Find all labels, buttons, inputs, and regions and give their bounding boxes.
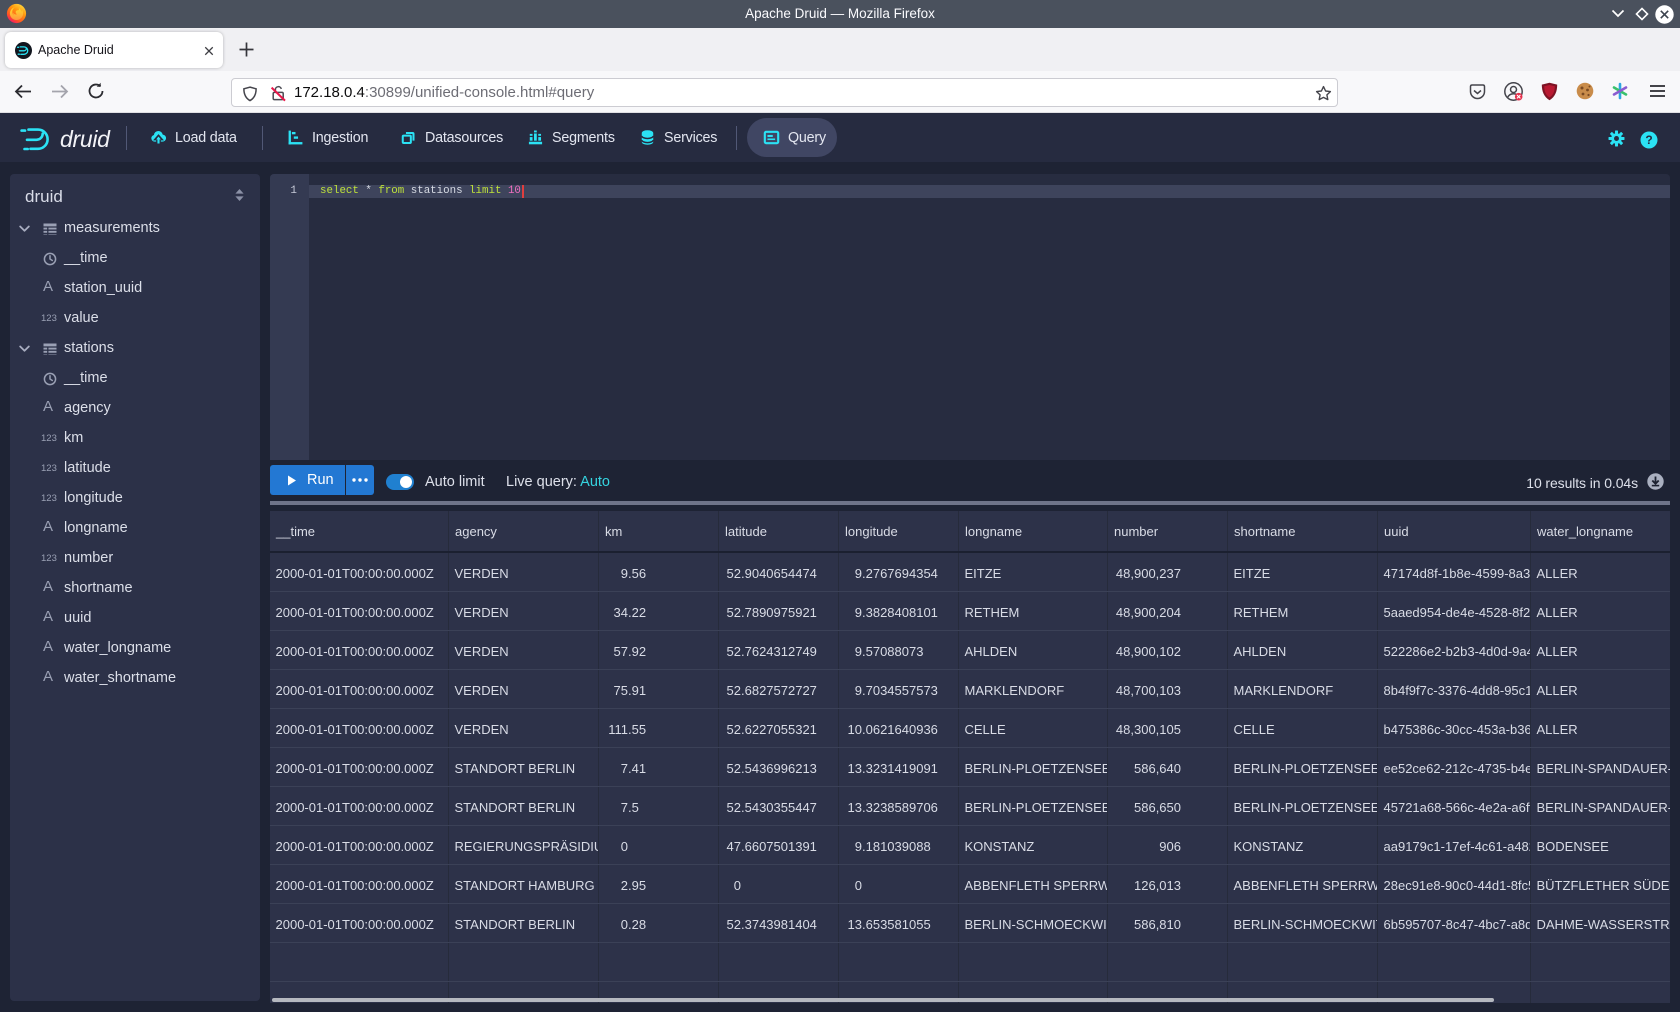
svg-text:?: ? <box>1645 133 1652 147</box>
